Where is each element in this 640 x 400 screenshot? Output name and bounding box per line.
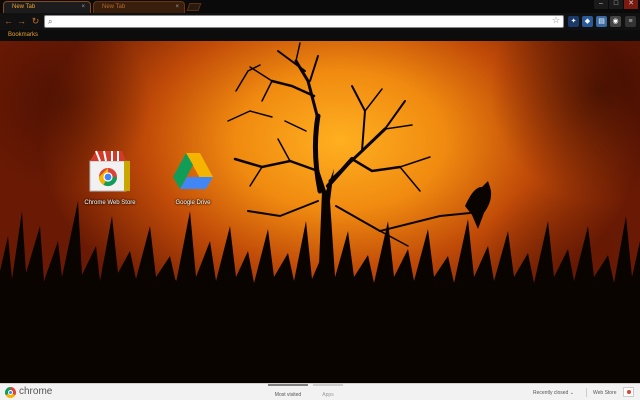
chevron-down-icon: ⌄	[569, 390, 574, 396]
toolbar: ← → ↻ ⌕ ☆ ✦ ◆ ▤ ◉ ≡	[0, 13, 640, 30]
search-icon: ⌕	[48, 17, 53, 26]
forward-button[interactable]: →	[16, 15, 27, 27]
app-label: Google Drive	[175, 200, 211, 206]
tree-silhouette-illustration	[0, 42, 640, 383]
maximize-button[interactable]: □	[609, 0, 623, 9]
bookmarks-bar: Bookmarks	[0, 30, 640, 41]
web-store-icon[interactable]	[623, 387, 634, 397]
reload-button[interactable]: ↻	[30, 15, 41, 27]
app-label: Chrome Web Store	[84, 200, 136, 206]
tab-close-icon[interactable]: ×	[81, 2, 85, 13]
web-store-link[interactable]: Web Store	[593, 390, 617, 396]
bookmarks-label[interactable]: Bookmarks	[8, 31, 38, 40]
tab-new-tab-active[interactable]: New Tab ×	[3, 1, 91, 13]
tab-apps[interactable]: Apps	[313, 384, 343, 398]
back-button[interactable]: ←	[3, 15, 14, 27]
bookmark-star-icon[interactable]: ☆	[552, 15, 560, 26]
browser-window: New Tab × New Tab × – □ ✕ ← → ↻ ⌕ ☆ ✦ ◆ …	[0, 0, 640, 400]
tab-label: Apps	[322, 392, 334, 398]
minimize-button[interactable]: –	[594, 0, 608, 9]
close-button[interactable]: ✕	[624, 0, 638, 9]
new-tab-page: Chrome Web Store Google Drive	[0, 41, 640, 383]
window-controls: – □ ✕	[594, 0, 638, 9]
omnibox[interactable]: ⌕ ☆	[44, 15, 564, 28]
tab-title: New Tab	[102, 4, 126, 10]
app-tile-chrome-web-store[interactable]: Chrome Web Store	[70, 149, 150, 206]
recently-closed-menu[interactable]: Recently closed ⌄	[533, 390, 574, 396]
tab-title: New Tab	[12, 4, 36, 10]
lightbulb-extension-icon[interactable]: ✦	[568, 16, 579, 27]
chrome-logo-icon	[5, 387, 16, 398]
settings-icon[interactable]: ≡	[625, 16, 636, 27]
sync-extension-icon[interactable]: ◉	[610, 16, 621, 27]
divider	[586, 388, 587, 397]
ntp-footer: chrome Most visited Apps Recently closed…	[0, 383, 640, 400]
tab-most-visited[interactable]: Most visited	[268, 384, 308, 398]
tab-label: Most visited	[274, 392, 302, 398]
chrome-web-store-icon	[89, 150, 130, 192]
notes-extension-icon[interactable]: ▤	[596, 16, 607, 27]
app-tile-google-drive[interactable]: Google Drive	[153, 149, 233, 206]
tab-close-icon[interactable]: ×	[175, 2, 179, 13]
tab-new-tab-inactive[interactable]: New Tab ×	[93, 1, 185, 13]
tab-indicator	[268, 384, 308, 386]
tab-strip: New Tab × New Tab × – □ ✕	[0, 0, 640, 13]
shield-extension-icon[interactable]: ◆	[582, 16, 593, 27]
address-input[interactable]	[58, 17, 548, 27]
google-drive-icon	[173, 153, 213, 189]
brand-wordmark: chrome	[19, 386, 53, 397]
recently-closed-label: Recently closed	[533, 390, 569, 396]
new-tab-button[interactable]	[186, 3, 202, 11]
tab-indicator	[313, 384, 343, 386]
